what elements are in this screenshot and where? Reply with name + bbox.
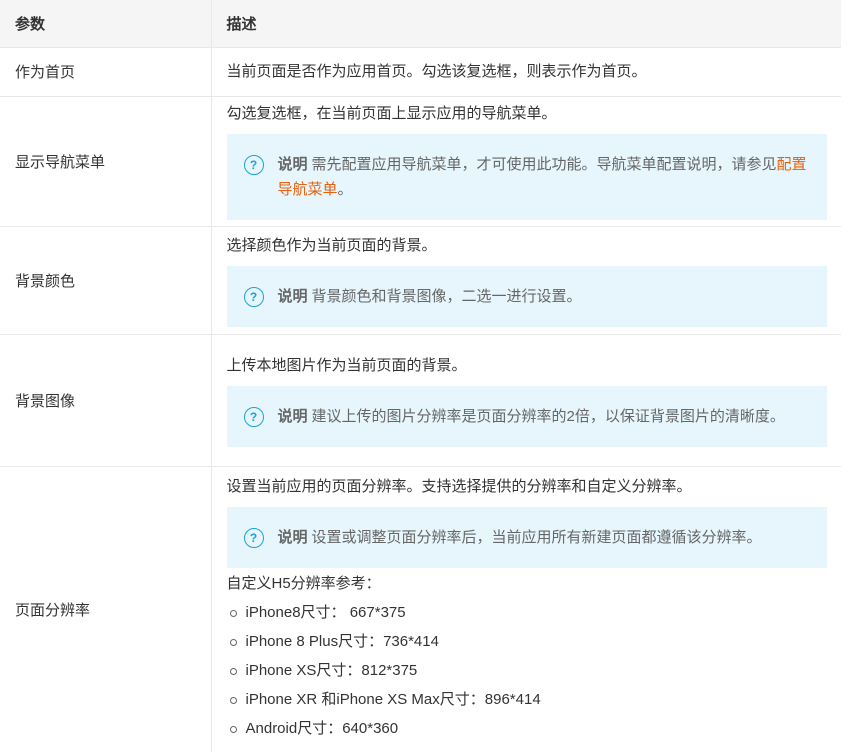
list-item: iPhone 8 Plus尺寸：736*414 [229, 627, 828, 656]
param-name: 背景颜色 [0, 226, 212, 335]
header-description: 描述 [211, 0, 841, 48]
note-text: 需先配置应用导航菜单，才可使用此功能。导航菜单配置说明，请参见 [311, 156, 777, 173]
note-box: ? 说明 背景颜色和背景图像，二选一进行设置。 [226, 265, 827, 327]
table-row: 页面分辨率 设置当前应用的页面分辨率。支持选择提供的分辨率和自定义分辨率。 ? … [0, 466, 841, 752]
param-name: 页面分辨率 [0, 466, 212, 752]
table-header-row: 参数 描述 [0, 0, 841, 48]
parameter-table: 参数 描述 作为首页 当前页面是否作为应用首页。勾选该复选框，则表示作为首页。 … [0, 0, 841, 752]
list-item: iPhone8尺寸： 667*375 [229, 598, 828, 627]
question-circle-icon: ? [243, 406, 264, 427]
table-row: 背景图像 上传本地图片作为当前页面的背景。 ? 说明 建议上传的图片分辨率是页面分… [0, 334, 841, 467]
header-param: 参数 [0, 0, 212, 48]
list-title: 自定义H5分辨率参考： [226, 575, 381, 593]
note-label: 说明 [277, 156, 308, 173]
note-text: 建议上传的图片分辨率是页面分辨率的2倍，以保证背景图片的清晰度。 [311, 407, 785, 425]
table-row: 作为首页 当前页面是否作为应用首页。勾选该复选框，则表示作为首页。 [0, 47, 841, 97]
param-description: 勾选复选框，在当前页面上显示应用的导航菜单。 [226, 105, 557, 122]
list-item: iPhone XS尺寸：812*375 [229, 656, 828, 685]
note-box: ? 说明 建议上传的图片分辨率是页面分辨率的2倍，以保证背景图片的清晰度。 [226, 385, 827, 447]
note-label: 说明 [277, 529, 308, 547]
note-text: 背景颜色和背景图像，二选一进行设置。 [311, 287, 582, 305]
param-name: 显示导航菜单 [0, 96, 212, 227]
param-name: 背景图像 [0, 334, 212, 467]
param-description: 上传本地图片作为当前页面的背景。 [226, 356, 467, 374]
note-box: ? 说明 需先配置应用导航菜单，才可使用此功能。导航菜单配置说明，请参见配置导航菜… [226, 134, 827, 220]
table-row: 背景颜色 选择颜色作为当前页面的背景。 ? 说明 背景颜色和背景图像，二选一进行设… [0, 226, 841, 335]
question-circle-icon: ? [243, 155, 264, 175]
list-item: Android尺寸：640*360 [229, 714, 828, 743]
param-description: 选择颜色作为当前页面的背景。 [226, 236, 437, 254]
question-circle-icon: ? [243, 528, 264, 549]
param-description: 当前页面是否作为应用首页。勾选该复选框，则表示作为首页。 [226, 62, 647, 80]
note-box: ? 说明 设置或调整页面分辨率后，当前应用所有新建页面都遵循该分辨率。 [226, 507, 827, 569]
list-item: iPhone XR 和iPhone XS Max尺寸：896*414 [229, 685, 828, 714]
note-label: 说明 [277, 407, 308, 425]
resolution-list: iPhone8尺寸： 667*375 iPhone 8 Plus尺寸：736*4… [227, 598, 828, 743]
question-circle-icon: ? [243, 286, 264, 307]
note-label: 说明 [277, 287, 308, 305]
param-description: 设置当前应用的页面分辨率。支持选择提供的分辨率和自定义分辨率。 [226, 478, 692, 496]
note-text: 设置或调整页面分辨率后，当前应用所有新建页面都遵循该分辨率。 [311, 529, 762, 547]
param-name: 作为首页 [0, 47, 212, 97]
table-row: 显示导航菜单 勾选复选框，在当前页面上显示应用的导航菜单。 ? 说明 需先配置应用… [0, 96, 841, 227]
